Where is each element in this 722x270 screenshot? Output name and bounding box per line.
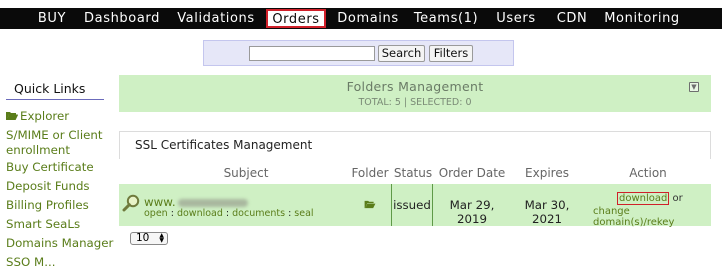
collapse-icon[interactable]: ▼ [689,82,699,92]
nav-orders[interactable]: Orders [266,9,326,28]
subject-cell[interactable]: www. [144,195,248,209]
change-domain-label[interactable]: change domain(s)/rekey [593,206,674,228]
subject-domain[interactable]: www. [144,195,176,209]
filters-button[interactable]: Filters [429,45,473,62]
status-value: issued [393,198,431,212]
nav-cdn[interactable]: CDN [552,8,592,29]
subject-links: open : download : documents : seal [144,208,314,219]
quick-links-divider [6,99,104,100]
folder-icon [6,112,18,120]
documents-link[interactable]: documents [232,208,285,219]
magnifier-icon[interactable] [122,194,140,212]
nav-domains[interactable]: Domains [334,8,402,29]
sidebar-link-deposit-funds[interactable]: Deposit Funds [6,179,90,194]
action-download-link[interactable]: download [617,192,670,205]
action-download-line: download or [617,192,683,205]
folders-title: Folders Management [346,79,484,94]
nav-teams[interactable]: Teams(1) [412,8,480,29]
folders-management-panel: Folders Management TOTAL: 5 | SELECTED: … [119,75,711,112]
expires-value: Mar 30, 2021 [524,198,570,226]
col-folder: Folder [351,166,389,180]
table-row: www. open : download : documents : seal … [119,184,711,228]
folder-icon[interactable] [364,200,376,209]
rows-per-page-value: 10 [136,232,150,244]
nav-monitoring[interactable]: Monitoring [602,8,682,29]
nav-buy[interactable]: BUY [28,8,76,29]
sidebar-link-billing-profiles[interactable]: Billing Profiles [6,198,89,213]
col-subject: Subject [223,166,269,180]
sidebar-link-smart-seals[interactable]: Smart SeaLs [6,217,80,232]
sidebar-link-domains-manager[interactable]: Domains Manager [6,236,113,251]
select-arrows-icon: ▲ ▼ [159,232,164,244]
sidebar-link-label: Explorer [20,109,70,123]
col-order-date: Order Date [438,166,506,180]
blurred-domain [177,198,248,207]
nav-dashboard[interactable]: Dashboard [82,8,162,29]
sidebar-link-smime[interactable]: S/MIME or Client enrollment [6,128,116,158]
ssl-management-panel: SSL Certificates Management [119,131,711,159]
rows-per-page-select[interactable]: 10 ▲ ▼ [130,232,168,245]
col-expires: Expires [525,166,569,180]
sidebar-link-buy-certificate[interactable]: Buy Certificate [6,160,94,175]
search-bar: Search Filters [203,40,514,66]
change-domain-link[interactable]: change domain(s)/rekey [593,206,711,228]
sidebar-link-sso[interactable]: SSO M... [6,255,55,270]
open-link[interactable]: open [144,208,168,219]
sidebar-link-explorer[interactable]: Explorer [6,109,69,124]
nav-users[interactable]: Users [490,8,542,29]
folders-total: TOTAL: 5 | SELECTED: 0 [358,97,472,108]
download-link[interactable]: download [177,208,223,219]
order-date-value: Mar 29, 2019 [449,198,495,226]
col-action: Action [629,166,667,180]
seal-link[interactable]: seal [294,208,313,219]
nav-validations[interactable]: Validations [172,8,260,29]
top-nav: BUY Dashboard Validations Orders Domains… [0,0,722,37]
ssl-title: SSL Certificates Management [135,138,313,152]
search-input[interactable] [249,46,375,61]
search-button[interactable]: Search [378,45,425,62]
action-or-text: or [672,193,683,204]
col-status: Status [393,166,433,180]
quick-links-title: Quick Links [14,81,86,96]
